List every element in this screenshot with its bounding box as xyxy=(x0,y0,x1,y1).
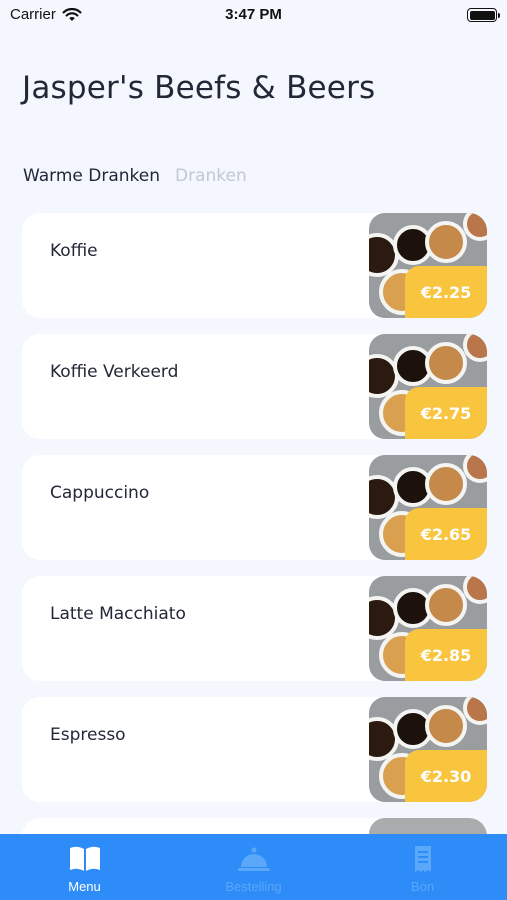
menu-item-card[interactable]: Latte Macchiato €2.85 xyxy=(22,576,487,681)
price-badge: €2.30 xyxy=(405,750,487,802)
tabbar-item-bestelling[interactable]: Bestelling xyxy=(169,834,338,900)
category-tabs: Warme Dranken Dranken xyxy=(23,166,247,186)
status-bar: Carrier 3:47 PM xyxy=(0,0,507,30)
menu-item-card[interactable]: Cappuccino €2.65 xyxy=(22,455,487,560)
menu-item-card[interactable]: Espresso €2.30 xyxy=(22,697,487,802)
menu-item-name: Latte Macchiato xyxy=(50,604,186,624)
menu-item-name: Cappuccino xyxy=(50,483,150,503)
tab-warme-dranken[interactable]: Warme Dranken xyxy=(23,166,160,186)
menu-list: Koffie €2.25 Koffie Verkeerd €2.75 Cappu… xyxy=(22,213,487,894)
receipt-icon xyxy=(414,846,431,872)
tabbar-item-menu[interactable]: Menu xyxy=(0,834,169,900)
menu-item-name: Koffie xyxy=(50,241,98,261)
battery-icon xyxy=(467,8,500,22)
menu-item-card[interactable]: Koffie €2.25 xyxy=(22,213,487,318)
status-time: 3:47 PM xyxy=(225,6,282,23)
price-badge: €2.65 xyxy=(405,508,487,560)
price-badge: €2.85 xyxy=(405,629,487,681)
menu-item-card[interactable]: Koffie Verkeerd €2.75 xyxy=(22,334,487,439)
tabbar-label-menu: Menu xyxy=(68,879,101,894)
cloche-icon xyxy=(237,847,270,871)
tabbar-label-bestelling: Bestelling xyxy=(225,879,282,894)
menu-item-name: Koffie Verkeerd xyxy=(50,362,179,382)
page-title: Jasper's Beefs & Beers xyxy=(22,70,376,106)
price-badge: €2.25 xyxy=(405,266,487,318)
book-icon xyxy=(69,846,100,871)
bottom-tab-bar: Menu Bestelling Bon xyxy=(0,834,507,900)
menu-item-name: Espresso xyxy=(50,725,126,745)
price-badge: €2.75 xyxy=(405,387,487,439)
tabbar-item-bon[interactable]: Bon xyxy=(338,834,507,900)
tabbar-label-bon: Bon xyxy=(410,879,435,894)
tab-dranken[interactable]: Dranken xyxy=(175,166,247,186)
